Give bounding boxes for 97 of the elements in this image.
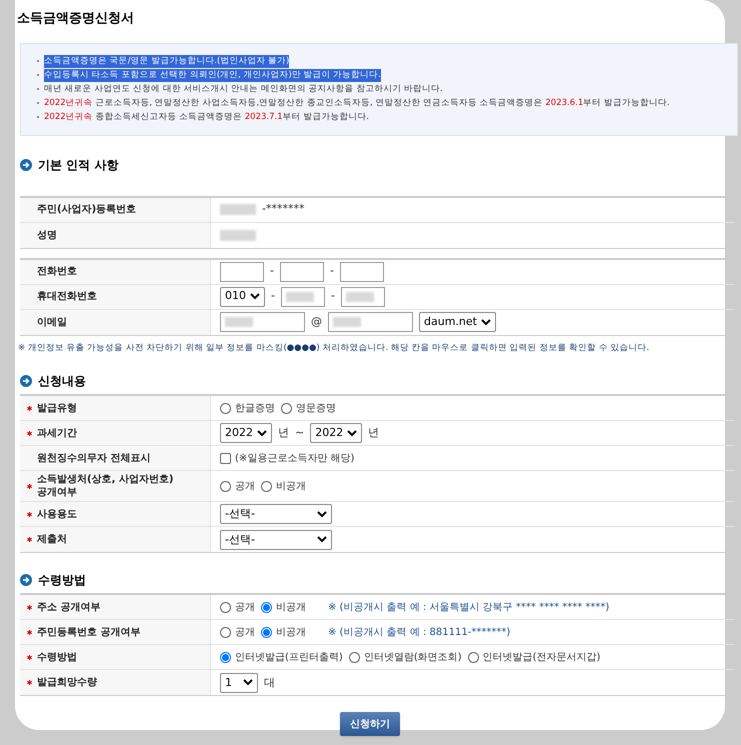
arrow-circle-icon — [20, 375, 32, 388]
radio-option[interactable]: 인터넷열람(화면조회) — [348, 650, 462, 665]
notice-text: 2022년귀속 종합소득세신고자등 소득금액증명은 2023.7.1부터 발급가능합니다. — [44, 110, 370, 124]
field-text: 년 — [368, 425, 380, 441]
input-field[interactable] — [328, 312, 413, 332]
input-field[interactable] — [220, 312, 305, 332]
radio-icon[interactable] — [261, 602, 272, 613]
field-label: 전화번호 — [37, 265, 77, 278]
chevron-icon — [317, 510, 327, 518]
required-icon — [27, 537, 32, 542]
input-field[interactable] — [280, 262, 324, 282]
field-label: 수령방법 — [37, 650, 77, 664]
select-field[interactable]: daum.net — [419, 312, 496, 332]
field-label: 사용용도 — [37, 508, 77, 521]
required-icon — [27, 512, 32, 517]
field-text: 대 — [264, 674, 275, 690]
input-field[interactable] — [220, 262, 264, 282]
radio-icon[interactable] — [261, 480, 272, 492]
radio-icon[interactable] — [281, 402, 292, 414]
field-label: 발급희망수량 — [37, 676, 97, 690]
field-text: - — [271, 288, 275, 304]
required-icon — [27, 406, 32, 411]
field-label: 주민등록번호 공개여부 — [37, 626, 140, 639]
field-text: - — [270, 263, 274, 280]
section-title: 기본 인적 사항 — [38, 156, 118, 174]
note-text: ※ (비공개시 출력 예 : 서울특별시 강북구 **** **** **** ****) — [328, 600, 610, 615]
radio-option[interactable]: 비공개 — [261, 478, 306, 494]
checkbox-option[interactable]: (※일용근로소득자만 해당) — [220, 450, 354, 466]
field-text: - — [330, 288, 335, 304]
radio-icon[interactable] — [220, 402, 231, 414]
required-icon — [27, 430, 32, 436]
radio-option[interactable]: 영문증명 — [281, 400, 336, 416]
privacy-note: ※ 개인정보 유출 가능성을 사전 차단하기 위해 일부 정보를 마스킹(●●●●) 처리하였습니다. 해당 칸을 마우스로 클릭하면 입력된 정보를 확인할 수 있습니다. — [18, 342, 650, 354]
chevron-icon — [257, 430, 267, 437]
chevron-icon — [317, 536, 327, 544]
notice-text: 2022년귀속 근로소득자등, 연말정산한 사업소득자등,연말정산한 종교인소득자등, 연말정산한 연금소득자등 소득금액증명은 2023.6.1부터 발급가능합니다. — [44, 96, 670, 110]
field-label: 제출처 — [37, 533, 67, 546]
field-text: -******* — [262, 201, 304, 218]
field-text: - — [330, 263, 334, 280]
input-field[interactable] — [340, 262, 384, 282]
radio-option[interactable]: 공개 — [220, 600, 255, 615]
field-label: 성명 — [37, 228, 57, 242]
field-label: 휴대전화번호 — [37, 290, 97, 303]
field-label: 주민(사업자)등록번호 — [37, 203, 136, 216]
radio-icon[interactable] — [220, 626, 231, 638]
radio-icon[interactable] — [261, 626, 272, 638]
radio-icon[interactable] — [220, 480, 231, 492]
field-label: 이메일 — [37, 316, 67, 328]
input-field[interactable] — [340, 286, 385, 306]
blurred-value — [220, 230, 256, 240]
chevron-icon — [250, 293, 260, 300]
radio-icon[interactable] — [348, 652, 360, 663]
field-label: 발급유형 — [37, 402, 77, 415]
required-icon — [27, 654, 32, 660]
required-icon — [27, 604, 32, 610]
radio-icon[interactable] — [468, 652, 479, 663]
section-title: 신청내용 — [38, 373, 86, 390]
section-title: 수령방법 — [38, 572, 86, 590]
required-icon — [27, 680, 32, 686]
field-label: 소득발생처(상호, 사업자번호) 공개여부 — [37, 473, 174, 500]
note-text: ※ (비공개시 출력 예 : 881111-*******) — [328, 626, 510, 640]
page-title: 소득금액증명신청서 — [17, 10, 135, 28]
select-field[interactable]: 010 — [220, 286, 265, 306]
notice-text: 소득금액증명은 국문/영문 발급가능합니다.(법인사업자 불가) — [44, 54, 290, 68]
radio-option[interactable]: 비공개 — [261, 600, 306, 615]
select-field[interactable]: 1 — [220, 672, 258, 693]
select-field[interactable]: -선택- — [220, 530, 332, 550]
required-icon — [27, 630, 32, 635]
radio-option[interactable]: 인터넷발급(전자문서지갑) — [468, 650, 600, 665]
radio-option[interactable]: 인터넷발급(프린터출력) — [220, 650, 343, 665]
field-label: 원천징수의무자 전체표시 — [37, 452, 150, 465]
checkbox-icon[interactable] — [220, 452, 231, 464]
input-field[interactable] — [280, 286, 325, 306]
notice-text: 매년 새로운 사업연도 신청에 대한 서비스개시 안내는 메인화면의 공지사항을 참고하시기 바랍니다. — [44, 82, 443, 96]
field-label: 과세기간 — [37, 426, 77, 440]
chevron-icon — [243, 679, 253, 686]
chevron-icon — [480, 318, 491, 326]
radio-option[interactable]: 비공개 — [261, 624, 306, 640]
field-label: 주소 공개여부 — [37, 600, 100, 614]
chevron-icon — [347, 430, 358, 437]
notice-text: 수입등록시 타소득 포함으로 선택한 의뢰인(개인, 개인사업자)만 발급이 가능합니다. — [44, 68, 381, 82]
select-field[interactable]: -선택- — [220, 504, 332, 524]
radio-option[interactable]: 공개 — [220, 478, 255, 494]
radio-option[interactable]: 한글증명 — [220, 400, 275, 416]
select-field[interactable]: 2022 — [220, 423, 272, 444]
field-text: @ — [311, 314, 322, 330]
field-text: ~ — [295, 425, 304, 441]
field-text: 년 — [278, 425, 289, 441]
select-field[interactable]: 2022 — [310, 423, 362, 444]
blurred-value — [220, 204, 256, 215]
arrow-circle-icon — [20, 574, 32, 586]
radio-option[interactable]: 공개 — [220, 624, 255, 640]
radio-icon[interactable] — [220, 602, 231, 613]
submit-button[interactable]: 신청하기 — [340, 712, 400, 736]
required-icon — [27, 484, 32, 489]
arrow-circle-icon — [20, 158, 32, 170]
radio-icon[interactable] — [220, 652, 231, 663]
